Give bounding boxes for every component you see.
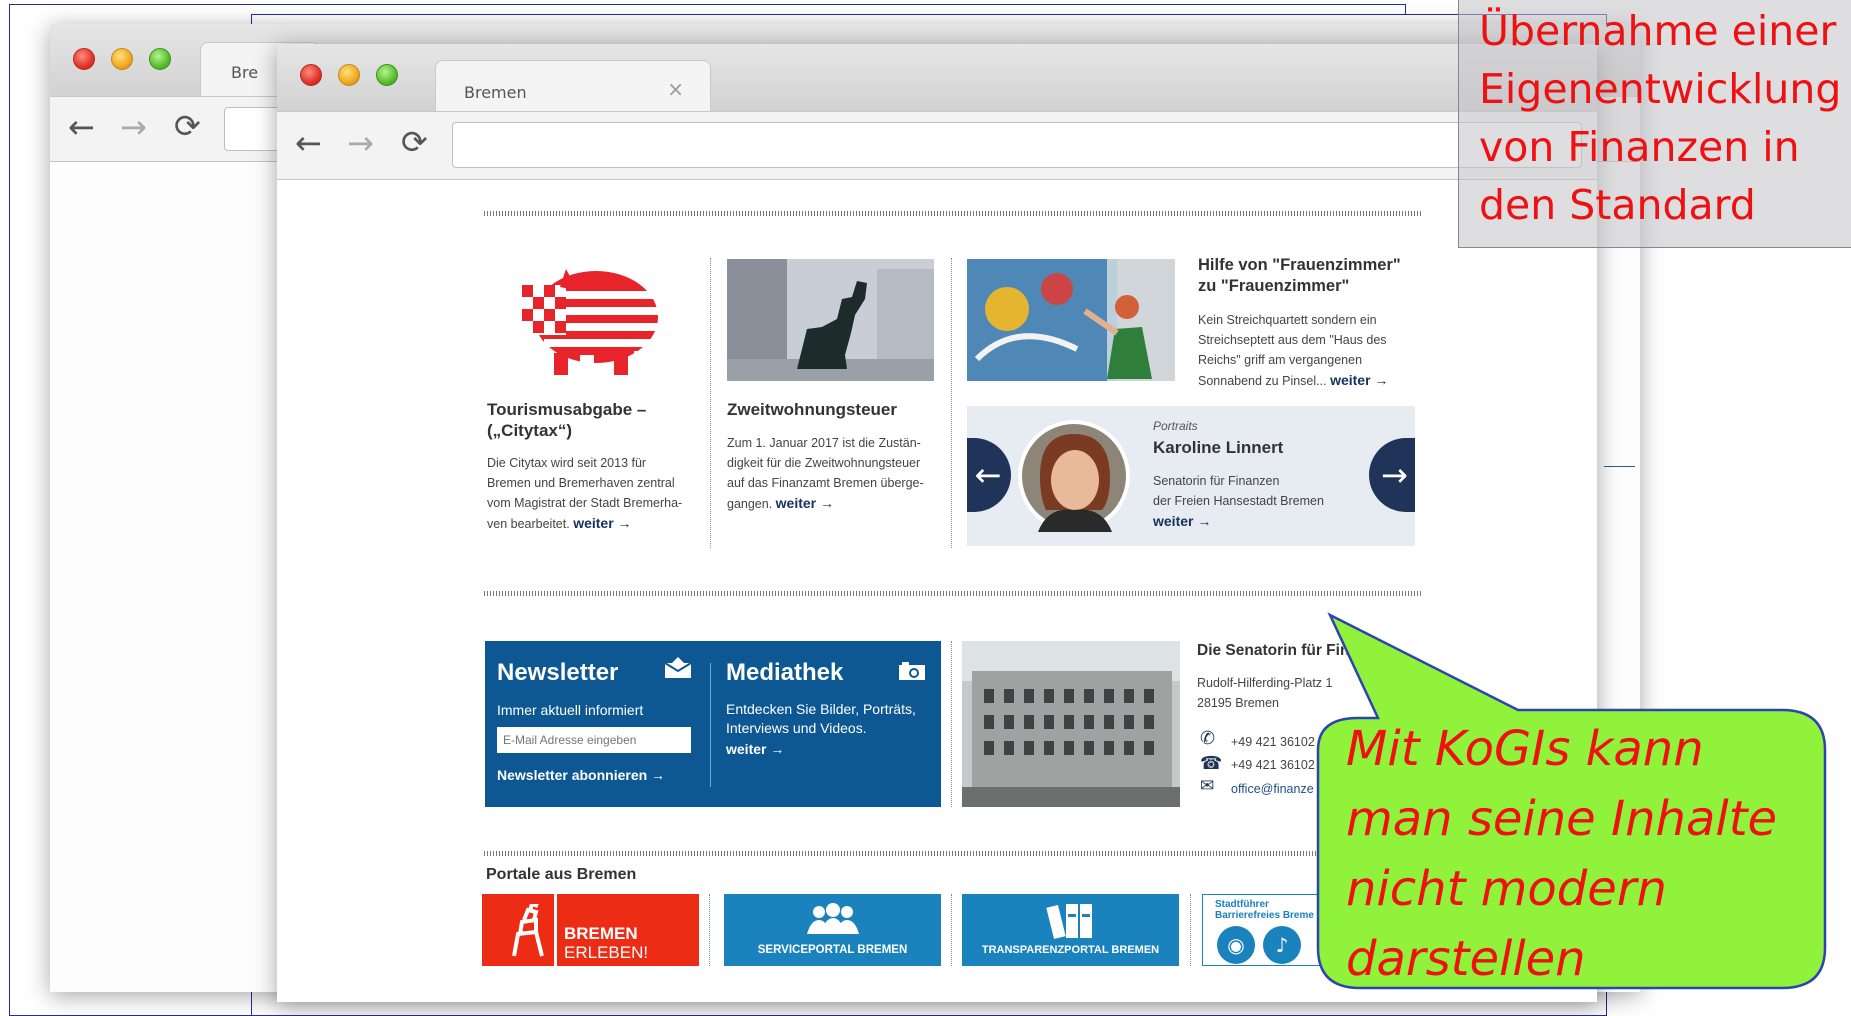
portal-transparenzportal-label: TRANSPARENZPORTAL BREMEN [981, 944, 1160, 956]
divider-top [484, 211, 1422, 216]
newsletter-subtitle: Immer aktuell informiert [497, 702, 644, 718]
phone-icon: ✆ [1200, 728, 1216, 749]
article-more-link[interactable]: weiter → [1330, 372, 1388, 388]
teaser-zweitwohnung-title[interactable]: Zweitwohnungsteuer [727, 399, 917, 420]
people-group-icon [807, 903, 859, 934]
portrait-role-1: Senatorin für Finanzen [1153, 474, 1280, 488]
portale-heading: Portale aus Bremen [486, 866, 637, 883]
portal-transparenzportal[interactable]: TRANSPARENZPORTAL BREMEN [962, 894, 1179, 966]
portrait-slider: ← Portraits Karoline Linnert Senatorin f… [967, 406, 1415, 546]
mediathek-text: Entdecken Sie Bilder, Porträts, Intervie… [726, 701, 916, 736]
teaser-citytax-text: Die Citytax wird seit 2013 für Bremen un… [487, 453, 687, 534]
newsletter-mediathek-box: Newsletter Immer aktuell informiert News… [485, 641, 941, 807]
slider-next-button[interactable]: → [1369, 438, 1415, 512]
arrow-left-icon: ← [974, 456, 1002, 494]
mail-icon: ✉ [1200, 776, 1215, 796]
callout-top-right: Übernahme einer Eigenentwicklung von Fin… [1458, 0, 1851, 248]
divider-middle [484, 591, 1422, 596]
close-window-icon[interactable] [300, 64, 322, 86]
portrait-kicker: Portraits [1153, 419, 1198, 433]
bubble-line-3: nicht modern [1346, 861, 1667, 917]
mediathek-title[interactable]: Mediathek [726, 659, 843, 687]
teaser-citytax-more-link[interactable]: weiter → [573, 515, 631, 531]
contact-city: 28195 Bremen [1197, 696, 1280, 710]
eye-icon: ◉ [1217, 926, 1255, 964]
contact-fax: +49 421 36102 [1231, 758, 1315, 772]
portal-divider-2 [951, 894, 952, 966]
divider-bottom [484, 851, 1422, 856]
box-divider [710, 663, 711, 787]
citytax-pig-image [522, 269, 660, 375]
teaser-citytax-title[interactable]: Tourismusabgabe – („Citytax“) [487, 399, 687, 441]
portal-divider-3 [1190, 894, 1191, 966]
callout-top-line-2: Eigenentwicklung [1479, 65, 1842, 113]
article-text: Kein Streichquartett sondern ein Streich… [1198, 310, 1408, 391]
portrait-more-link[interactable]: weiter → [1153, 513, 1211, 529]
main-tab-label: Bremen [464, 83, 527, 102]
zoom-window-icon[interactable] [149, 48, 171, 70]
column-divider-3 [951, 641, 952, 807]
finance-building-image [962, 641, 1180, 807]
portal-bremen-line-divider [554, 894, 557, 966]
zoom-window-icon[interactable] [376, 64, 398, 86]
forward-arrow-icon[interactable]: → [120, 111, 147, 143]
portal-barrierefrei-label-2: Barrierefreies Breme [1215, 910, 1314, 921]
teaser-zweitwohnung-text: Zum 1. Januar 2017 ist die Zustän-digkei… [727, 433, 937, 514]
callout-top-line-1: Übernahme einer [1479, 7, 1837, 55]
newsletter-title[interactable]: Newsletter [497, 659, 618, 687]
contact-phone[interactable]: +49 421 36102 [1231, 732, 1315, 752]
back-tab-label: Bre [231, 63, 259, 82]
reload-icon[interactable]: ⟳ [401, 126, 428, 158]
main-address-bar[interactable] [452, 122, 1582, 168]
fax-icon: ☎ [1200, 753, 1223, 774]
article-title[interactable]: Hilfe von "Frauenzimmer" zu "Frauenzimme… [1198, 255, 1418, 297]
newsletter-email-input[interactable] [497, 727, 691, 753]
callout-top-line-4: den Standard [1479, 181, 1756, 229]
teaser-zweitwohnung-more-link[interactable]: weiter → [776, 495, 834, 511]
arrow-right-icon: → [1381, 456, 1408, 494]
callout-top-line-3: von Finanzen in [1479, 123, 1800, 171]
main-tab-strip: Bremen × [277, 44, 1597, 112]
newsletter-subscribe-link[interactable]: Newsletter abonnieren → [497, 767, 665, 783]
back-arrow-icon[interactable]: ← [295, 127, 322, 159]
minimize-window-icon[interactable] [111, 48, 133, 70]
portrait-role-2: der Freien Hansestadt Bremen [1153, 494, 1324, 508]
reload-icon[interactable]: ⟳ [174, 110, 201, 142]
tab-close-icon[interactable]: × [667, 77, 684, 101]
portal-bremen-label-2: ERLEBEN! [564, 943, 649, 962]
document-files-icon [1046, 904, 1092, 939]
portal-serviceportal-label: SERVICEPORTAL BREMEN [757, 944, 908, 956]
main-navbar: ← → ⟳ [277, 111, 1597, 180]
portal-barrierefrei-label-1: Stadtführer [1215, 899, 1269, 910]
hearing-icon: ♪ [1263, 926, 1301, 964]
forward-arrow-icon[interactable]: → [347, 127, 374, 159]
slider-prev-button[interactable]: ← [967, 438, 1011, 512]
portal-serviceportal[interactable]: SERVICEPORTAL BREMEN [724, 894, 941, 966]
painting-woman-image [967, 259, 1175, 381]
main-tab[interactable]: Bremen × [435, 60, 711, 112]
portrait-name[interactable]: Karoline Linnert [1153, 438, 1283, 458]
contact-email[interactable]: office@finanze [1231, 779, 1314, 799]
portal-bremen-erleben[interactable]: BREMEN ERLEBEN! [482, 894, 699, 966]
back-page-line [1604, 466, 1635, 467]
envelope-icon [664, 657, 692, 678]
column-divider-2 [951, 258, 952, 548]
column-divider-1 [710, 258, 711, 548]
stadtmusikanten-logo-icon [512, 904, 544, 957]
mediathek-more-link[interactable]: weiter → [726, 741, 784, 757]
close-window-icon[interactable] [73, 48, 95, 70]
speech-bubble-text: Mit KoGIs kann man seine Inhalte nicht m… [1346, 714, 1806, 994]
camera-icon [899, 662, 925, 680]
bubble-line-2: man seine Inhalte [1346, 791, 1778, 847]
portal-bremen-label-1: BREMEN [564, 924, 638, 943]
bubble-line-4: darstellen [1346, 931, 1586, 987]
karoline-linnert-photo [1018, 420, 1130, 532]
minimize-window-icon[interactable] [338, 64, 360, 86]
stadtmusikanten-image [727, 259, 934, 381]
back-arrow-icon[interactable]: ← [68, 111, 95, 143]
bubble-line-1: Mit KoGIs kann [1346, 721, 1704, 777]
portal-divider-1 [709, 894, 710, 966]
